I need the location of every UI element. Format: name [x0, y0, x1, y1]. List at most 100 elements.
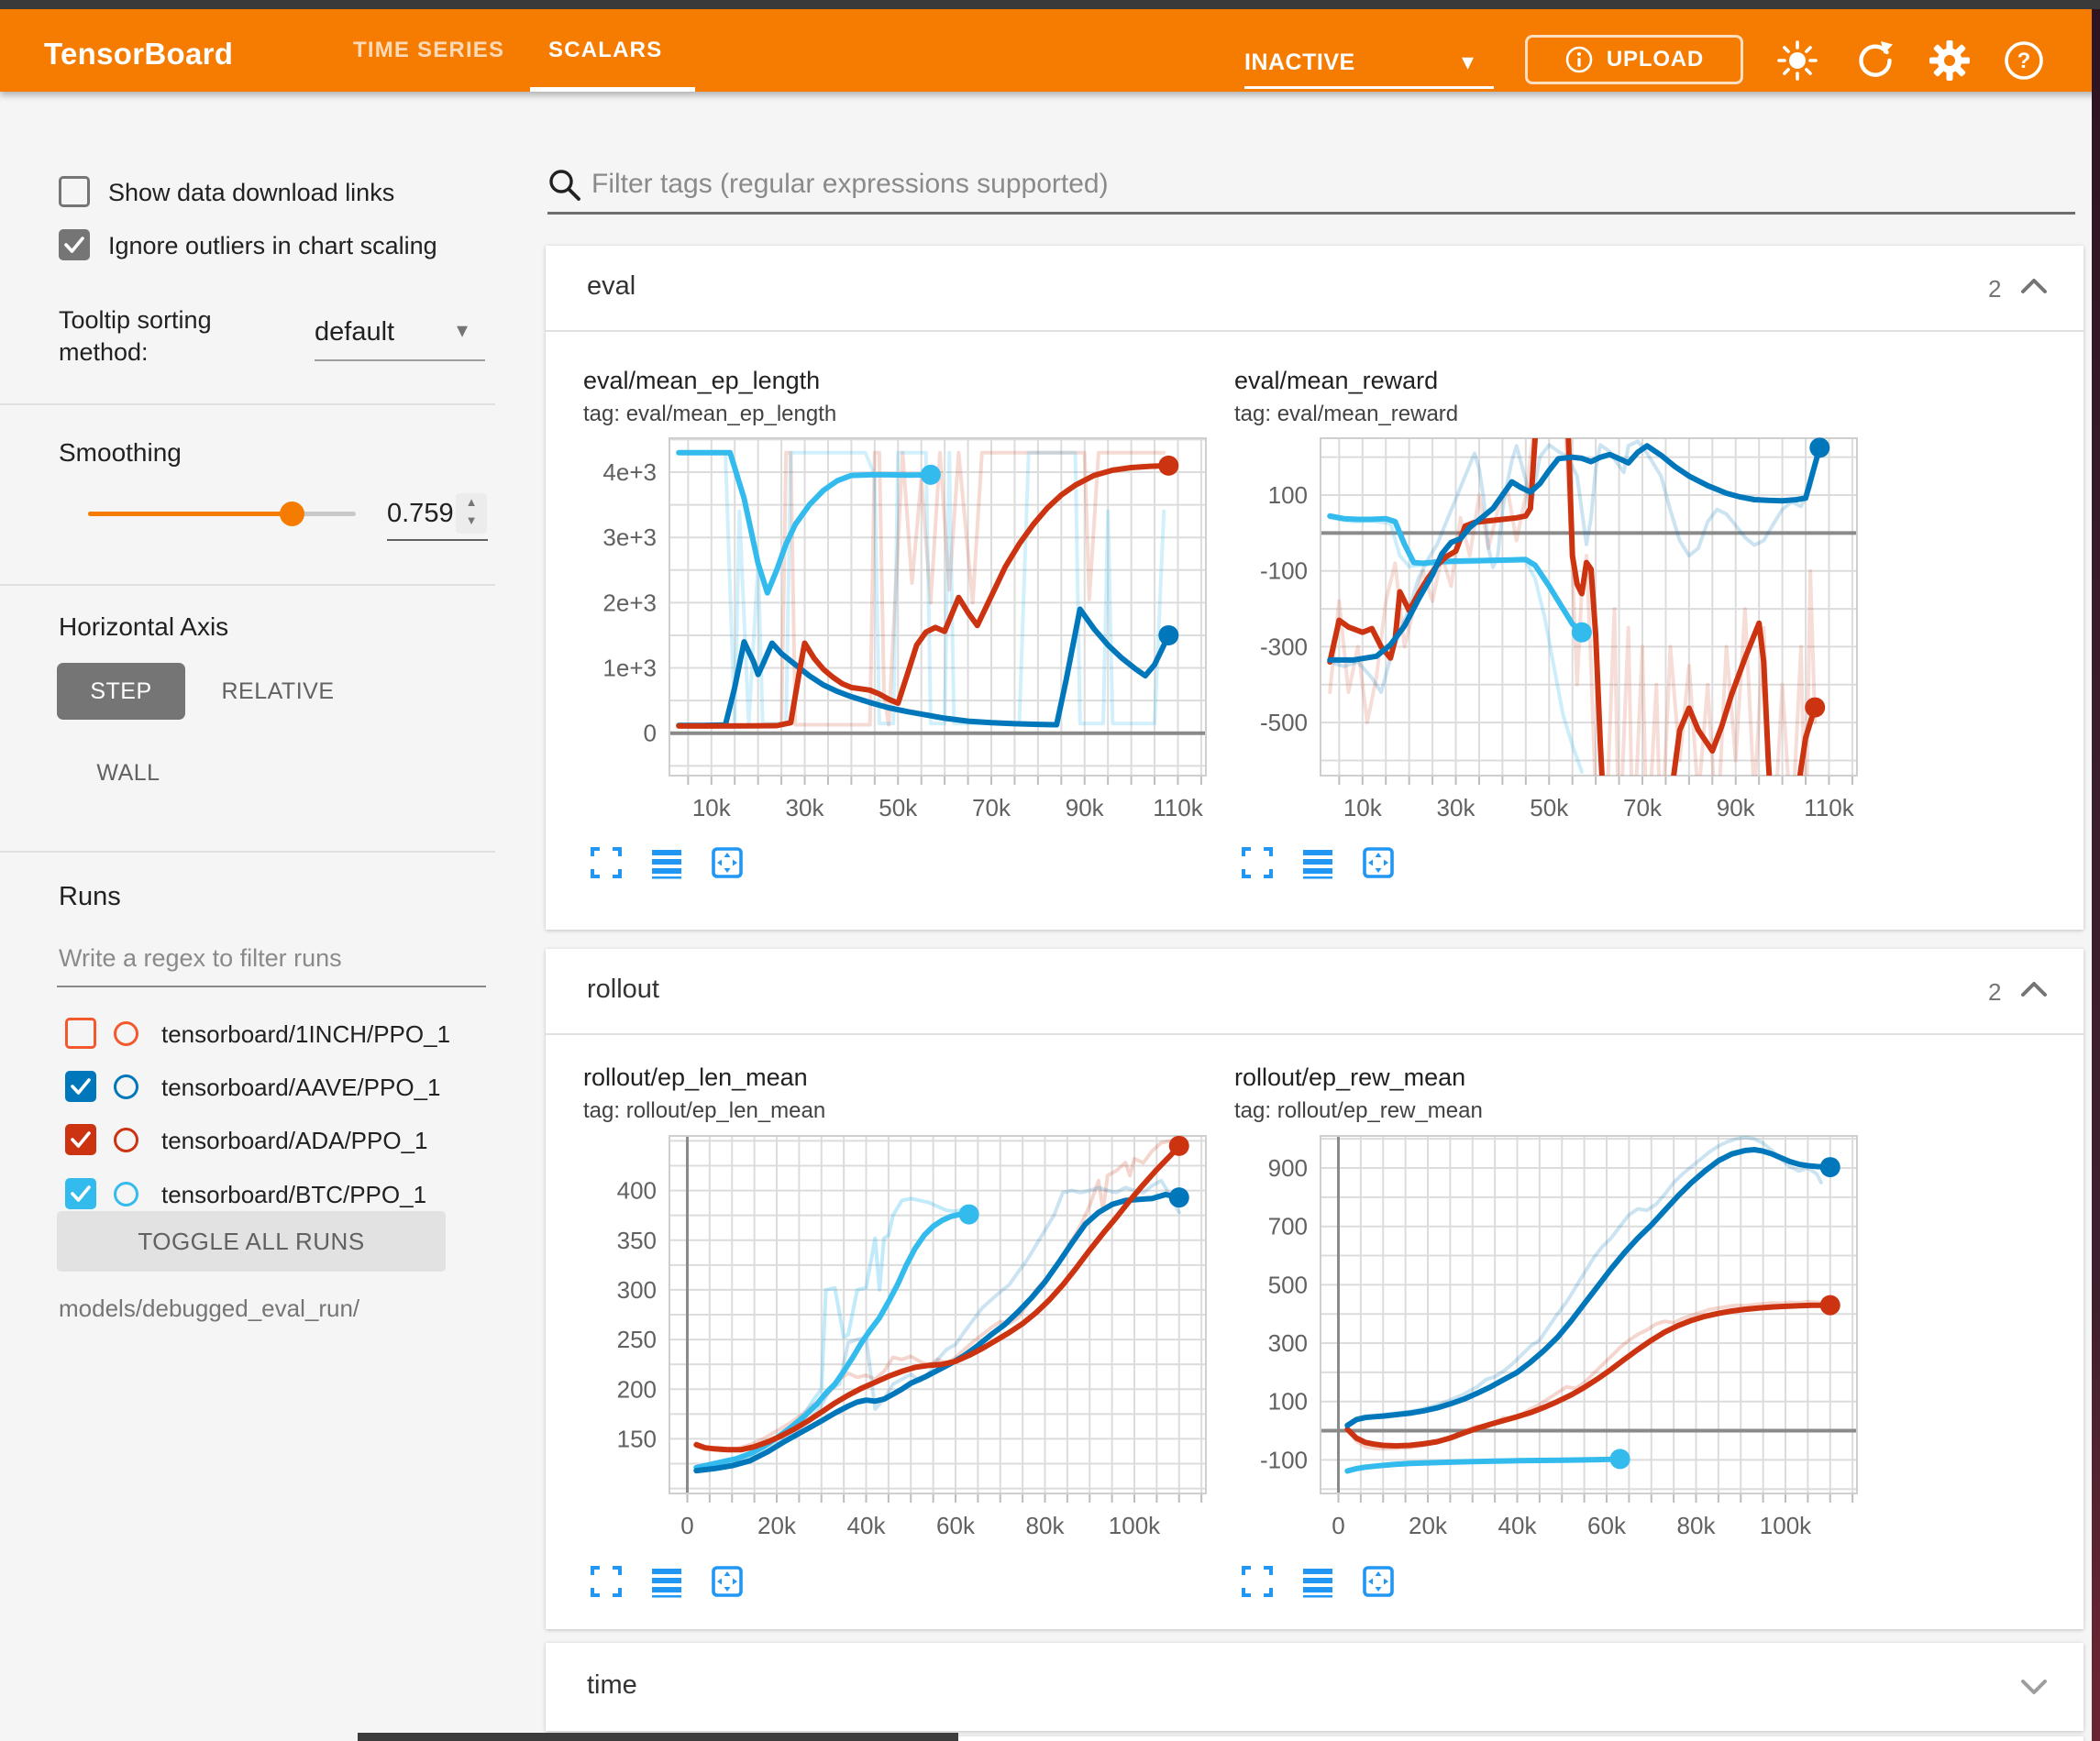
smoothing-slider-fill	[88, 512, 292, 516]
fullscreen-icon[interactable]	[1241, 1565, 1274, 1598]
settings-gear-icon[interactable]	[1928, 39, 1972, 83]
series-end-dot	[1572, 623, 1592, 643]
svg-text:30k: 30k	[786, 794, 825, 821]
section-title[interactable]: time	[587, 1670, 637, 1701]
expand-chevron-down-icon[interactable]	[2017, 1672, 2050, 1700]
fit-domain-icon[interactable]	[1362, 846, 1395, 879]
run-label[interactable]: tensorboard/ADA/PPO_1	[161, 1127, 428, 1155]
data-status-dropdown[interactable]: INACTIVE	[1244, 50, 1355, 76]
svg-text:300: 300	[617, 1276, 657, 1304]
check-icon	[69, 1182, 93, 1206]
filter-tags-input[interactable]: Filter tags (regular expressions support…	[591, 169, 1109, 200]
fit-domain-icon[interactable]	[711, 846, 744, 879]
chart-plot-svg[interactable]: 10k30k50k70k90k110k01e+32e+33e+34e+3	[573, 431, 1222, 825]
help-icon[interactable]: ?	[2002, 39, 2046, 83]
series-end-dot	[921, 465, 941, 485]
tab-scalars[interactable]: SCALARS	[548, 9, 662, 92]
fit-domain-icon[interactable]	[711, 1565, 744, 1598]
sidebar: Show data download links Ignore outliers…	[0, 92, 495, 1741]
tooltip-sorting-select[interactable]: default	[315, 317, 394, 347]
chart-title: eval/mean_reward	[1234, 367, 1438, 395]
data-table-icon[interactable]	[650, 1565, 683, 1598]
chart-plot-svg[interactable]: 020k40k60k80k100k150200250300350400	[573, 1129, 1222, 1543]
window-right-strip	[2092, 9, 2100, 1741]
select-caret-icon[interactable]: ▾	[457, 317, 468, 344]
data-table-icon[interactable]	[1301, 846, 1334, 879]
fit-domain-icon[interactable]	[1362, 1565, 1395, 1598]
check-icon	[69, 1128, 93, 1151]
app-title: TensorBoard	[44, 37, 233, 72]
runs-filter-input[interactable]: Write a regex to filter runs	[59, 944, 342, 973]
chart-rollout-ep-len-mean[interactable]: 020k40k60k80k100k150200250300350400	[573, 1129, 1222, 1543]
chart-eval-mean-reward[interactable]: 10k30k50k70k90k110k100-100-300-500	[1224, 431, 1873, 825]
run-color-swatch[interactable]	[114, 1021, 138, 1046]
run-label[interactable]: tensorboard/1INCH/PPO_1	[161, 1020, 450, 1049]
checkbox-label[interactable]: Show data download links	[108, 179, 394, 207]
dropdown-caret-icon[interactable]: ▾	[1462, 48, 1474, 76]
svg-text:300: 300	[1268, 1329, 1308, 1357]
chart-rollout-ep-rew-mean[interactable]: 020k40k60k80k100k-100100300500700900	[1224, 1129, 1873, 1543]
chart-tag: tag: rollout/ep_rew_mean	[1234, 1098, 1483, 1124]
toggle-all-runs-button[interactable]: TOGGLE ALL RUNS	[57, 1211, 446, 1272]
run-row[interactable]: tensorboard/1INCH/PPO_1	[57, 1014, 488, 1054]
smoothing-stepper[interactable]: ▲▼	[456, 493, 487, 534]
run-color-swatch[interactable]	[114, 1074, 138, 1099]
svg-text:110k: 110k	[1153, 794, 1203, 821]
tab-time-series[interactable]: TIME SERIES	[353, 9, 504, 92]
run-row[interactable]: tensorboard/ADA/PPO_1	[57, 1120, 488, 1161]
section-card-eval: eval 2 eval/mean_ep_length tag: eval/mea…	[546, 246, 2083, 930]
chart-eval-mean-ep-length[interactable]: 10k30k50k70k90k110k01e+32e+33e+34e+3	[573, 431, 1222, 825]
run-checkbox[interactable]	[65, 1124, 96, 1155]
run-row[interactable]: tensorboard/AAVE/PPO_1	[57, 1067, 488, 1107]
smoothing-slider-thumb[interactable]	[280, 501, 304, 526]
svg-text:100: 100	[1268, 481, 1308, 509]
run-checkbox[interactable]	[65, 1018, 96, 1049]
run-color-swatch[interactable]	[114, 1128, 138, 1152]
chart-tag: tag: rollout/ep_len_mean	[583, 1098, 825, 1124]
chart-plot-svg[interactable]: 10k30k50k70k90k110k100-100-300-500	[1224, 431, 1873, 825]
section-title[interactable]: eval	[587, 271, 636, 302]
run-checkbox[interactable]	[65, 1178, 96, 1209]
run-checkbox[interactable]	[65, 1071, 96, 1102]
run-row[interactable]: tensorboard/BTC/PPO_1	[57, 1174, 488, 1215]
data-table-icon[interactable]	[1301, 1565, 1334, 1598]
svg-text:250: 250	[617, 1326, 657, 1353]
series-end-dot	[1169, 1136, 1189, 1156]
run-label[interactable]: tensorboard/AAVE/PPO_1	[161, 1074, 440, 1102]
svg-text:20k: 20k	[1409, 1512, 1448, 1539]
axis-button-step[interactable]: STEP	[57, 663, 185, 720]
checkbox-label[interactable]: Ignore outliers in chart scaling	[108, 232, 490, 260]
active-tab-indicator	[530, 87, 695, 92]
smoothing-value-input[interactable]: 0.759	[387, 499, 454, 529]
axis-button-relative[interactable]: RELATIVE	[209, 663, 347, 720]
series-line	[696, 1198, 968, 1469]
run-label[interactable]: tensorboard/BTC/PPO_1	[161, 1181, 426, 1209]
svg-text:60k: 60k	[1587, 1512, 1627, 1539]
collapse-chevron-up-icon[interactable]	[2017, 273, 2050, 301]
run-color-swatch[interactable]	[114, 1182, 138, 1207]
svg-text:50k: 50k	[879, 794, 918, 821]
upload-button[interactable]: UPLOAD	[1525, 35, 1743, 84]
series-end-dot	[1610, 1449, 1630, 1469]
chart-plot-svg[interactable]: 020k40k60k80k100k-100100300500700900	[1224, 1129, 1873, 1543]
section-card-time: time	[546, 1643, 2083, 1731]
checkbox-ignore-outliers[interactable]	[59, 229, 90, 260]
refresh-icon[interactable]	[1853, 39, 1897, 83]
checkbox-show-data-download-links[interactable]	[59, 176, 90, 207]
tensorboard-window: TensorBoard TIME SERIES SCALARS INACTIVE…	[0, 0, 2100, 1741]
svg-text:10k: 10k	[692, 794, 732, 821]
fullscreen-icon[interactable]	[590, 846, 623, 879]
tooltip-sorting-label: Tooltip sorting method:	[59, 304, 270, 369]
horizontal-scrollbar-thumb[interactable]	[358, 1733, 958, 1741]
collapse-chevron-up-icon[interactable]	[2017, 976, 2050, 1004]
select-underline	[315, 359, 485, 361]
section-title[interactable]: rollout	[587, 975, 659, 1005]
data-table-icon[interactable]	[650, 846, 683, 879]
axis-button-wall[interactable]: WALL	[83, 744, 174, 801]
fullscreen-icon[interactable]	[1241, 846, 1274, 879]
svg-text:-500: -500	[1260, 709, 1308, 736]
fullscreen-icon[interactable]	[590, 1565, 623, 1598]
svg-text:200: 200	[617, 1375, 657, 1403]
svg-text:900: 900	[1268, 1154, 1308, 1182]
brightness-icon[interactable]	[1775, 39, 1819, 83]
